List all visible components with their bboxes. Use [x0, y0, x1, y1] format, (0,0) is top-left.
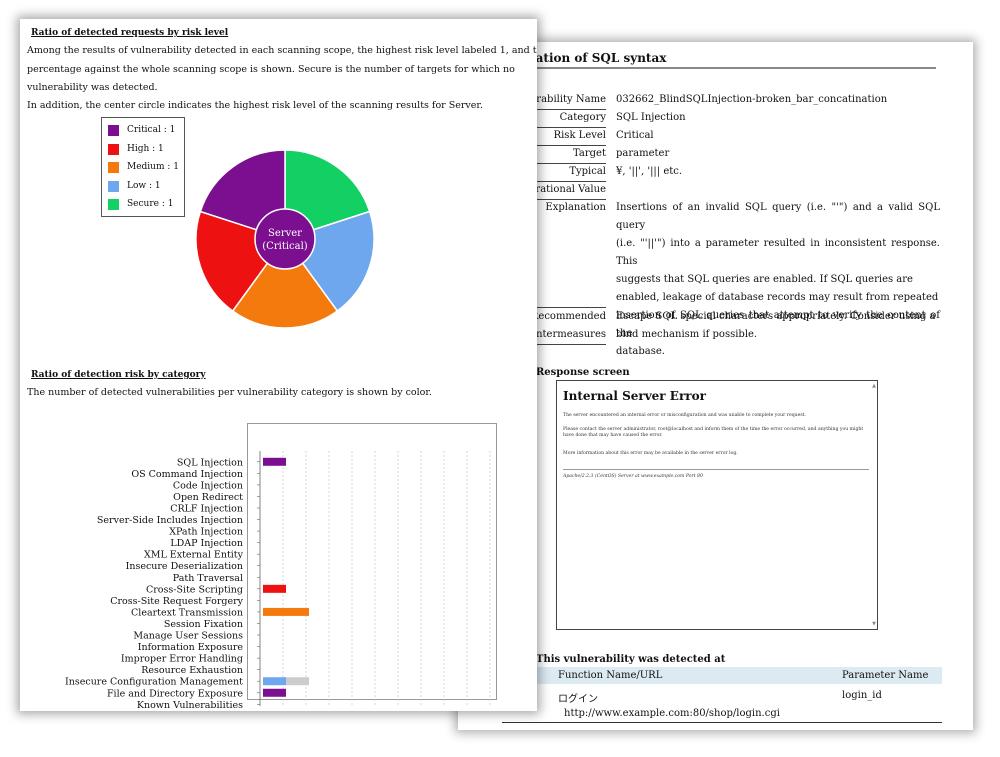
legend-swatch — [108, 144, 119, 155]
section-title-category: Ratio of detection risk by category — [31, 370, 206, 380]
category-tick-label: Improper Error Handling — [121, 654, 243, 665]
error-rule — [563, 469, 869, 470]
category-tick-label: Path Traversal — [173, 573, 243, 584]
bar-segment — [263, 457, 286, 466]
countermeasures-text: Escape SQL special characters appropriat… — [616, 311, 936, 340]
bar-segment — [263, 607, 309, 616]
category-tick-label: Cleartext Transmission — [131, 607, 243, 618]
category-tick-label: Insecure Deserialization — [126, 561, 243, 572]
category-tick-label: XPath Injection — [169, 527, 243, 538]
detail-value-name: 032662_BlindSQLInjection-broken_bar_conc… — [616, 94, 888, 105]
category-tick-label: Known Vulnerabilities — [137, 700, 243, 708]
pie-legend: Critical : 1 High : 1 Medium : 1 Low : 1… — [101, 117, 185, 217]
section-description: Among the results of vulnerability detec… — [27, 45, 537, 56]
section-description: The number of detected vulnerabilities p… — [27, 387, 432, 398]
category-tick-label: XML External Entity — [144, 550, 244, 561]
category-tick-label: Insecure Configuration Management — [65, 677, 243, 688]
category-tick-label: Manage User Sessions — [133, 631, 243, 642]
legend-label: Critical : 1 — [127, 125, 176, 135]
legend-swatch — [108, 181, 119, 192]
section-description: In addition, the center circle indicates… — [27, 100, 483, 111]
section-description: vulnerability was detected. — [27, 82, 158, 93]
bar-segment — [263, 677, 286, 686]
bar-segment — [286, 677, 309, 686]
title-rule — [502, 67, 936, 69]
category-bar-chart: SQL InjectionOS Command InjectionCode In… — [65, 451, 491, 708]
error-text: More information about this error may be… — [563, 451, 738, 456]
scroll-up-icon: ▲ — [872, 383, 876, 389]
bar-segment — [263, 688, 286, 697]
response-screen-heading: Response screen — [536, 367, 630, 378]
category-tick-label: File and Directory Exposure — [107, 688, 243, 699]
section-description: percentage against the whole scanning sc… — [27, 64, 515, 75]
detail-value-target: parameter — [616, 148, 670, 159]
detected-at-heading: This vulnerability was detected at — [536, 654, 726, 665]
legend-swatch — [108, 199, 119, 210]
pie-center-label: Server — [268, 228, 302, 239]
category-tick-label: CRLF Injection — [170, 503, 243, 514]
category-tick-label: Open Redirect — [173, 492, 243, 503]
bar-segment — [263, 584, 286, 593]
server-address: Apache/2.2.3 (CentOS) Server at www.exam… — [563, 474, 703, 479]
pie-center-sublabel: (Critical) — [262, 241, 308, 252]
category-tick-label: Server-Side Includes Injection — [97, 515, 243, 526]
category-tick-label: Session Fixation — [164, 619, 243, 630]
cell-function-name: ログイン — [558, 694, 598, 705]
legend-swatch — [108, 125, 119, 136]
scroll-down-icon: ▼ — [872, 621, 876, 627]
column-header-function: Function Name/URL — [558, 670, 663, 681]
error-title: Internal Server Error — [563, 389, 706, 403]
cell-url: http://www.example.com:80/shop/login.cgi — [564, 708, 780, 719]
category-tick-label: Resource Exhaustion — [141, 665, 243, 676]
table-header: Function Name/URL Parameter Name — [502, 667, 942, 684]
category-tick-label: SQL Injection — [177, 457, 243, 468]
error-text: Please contact the server administrator,… — [563, 427, 864, 438]
legend-label: Low : 1 — [127, 181, 161, 191]
category-tick-label: Information Exposure — [138, 642, 244, 653]
detail-value-typical: ¥, '||', '||| etc. — [616, 166, 683, 177]
error-text: The server encountered an internal error… — [563, 413, 806, 418]
legend-label: Medium : 1 — [127, 162, 179, 172]
legend-swatch — [108, 162, 119, 173]
section-title-risk-level: Ratio of detected requests by risk level — [31, 28, 229, 38]
category-tick-label: Cross-Site Scripting — [146, 584, 243, 595]
legend-label: Secure : 1 — [127, 199, 174, 209]
report-page-summary: Ratio of detected requests by risk level… — [20, 19, 537, 711]
cell-parameter-name: login_id — [842, 690, 882, 701]
category-tick-label: Code Injection — [173, 480, 243, 491]
detail-value-risk: Critical — [616, 130, 654, 141]
pie-center-circle — [254, 208, 316, 270]
detail-value-category: SQL Injection — [616, 112, 686, 123]
risk-level-pie-chart: Server (Critical) — [195, 149, 375, 329]
table-bottom-rule — [502, 722, 942, 723]
legend-label: High : 1 — [127, 144, 164, 154]
category-tick-label: LDAP Injection — [170, 538, 243, 549]
column-header-parameter: Parameter Name — [842, 670, 929, 681]
response-screenshot: Internal Server Error The server encount… — [556, 380, 878, 630]
category-tick-label: Cross-Site Request Forgery — [110, 596, 243, 607]
category-tick-label: OS Command Injection — [131, 469, 243, 480]
